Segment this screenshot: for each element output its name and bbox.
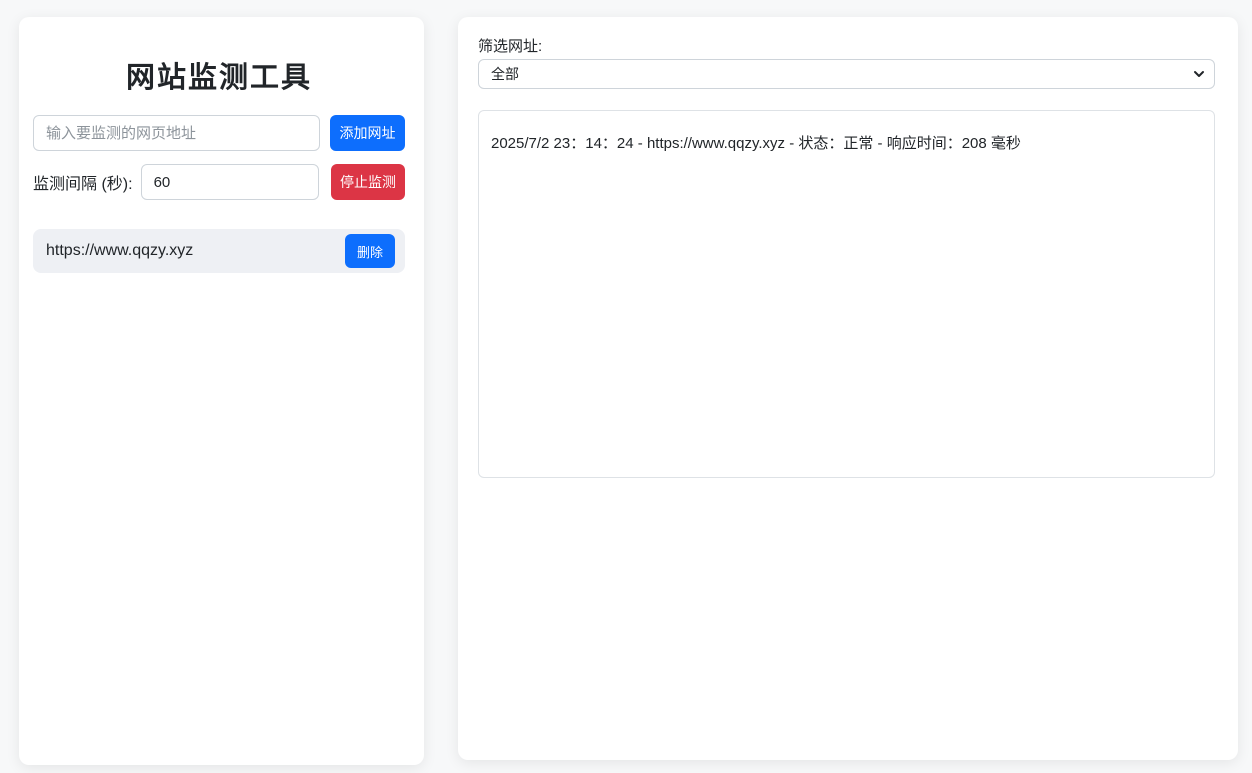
interval-label: 监测间隔 (秒):	[33, 170, 133, 194]
add-url-button[interactable]: 添加网址	[330, 115, 405, 151]
url-input[interactable]	[33, 115, 320, 151]
interval-input[interactable]	[141, 164, 319, 200]
monitor-panel: 网站监测工具 添加网址 监测间隔 (秒): 停止监测 https://www.q…	[19, 17, 424, 765]
logs-panel: 筛选网址: 全部 2025/7/2 23：14：24 - https://www…	[458, 17, 1238, 760]
filter-url-label: 筛选网址:	[478, 37, 1215, 56]
log-entry: 2025/7/2 23：14：24 - https://www.qqzy.xyz…	[491, 133, 1202, 154]
log-container: 2025/7/2 23：14：24 - https://www.qqzy.xyz…	[478, 110, 1215, 478]
page-title: 网站监测工具	[33, 60, 405, 96]
site-url-label: https://www.qqzy.xyz	[46, 242, 193, 260]
filter-select-wrap: 全部	[478, 59, 1215, 89]
site-list-item: https://www.qqzy.xyz 删除	[33, 229, 405, 273]
delete-site-button[interactable]: 删除	[345, 234, 395, 268]
filter-url-select[interactable]: 全部	[478, 59, 1215, 89]
interval-row: 监测间隔 (秒): 停止监测	[33, 164, 405, 200]
stop-monitor-button[interactable]: 停止监测	[331, 164, 405, 200]
add-url-row: 添加网址	[33, 115, 405, 151]
